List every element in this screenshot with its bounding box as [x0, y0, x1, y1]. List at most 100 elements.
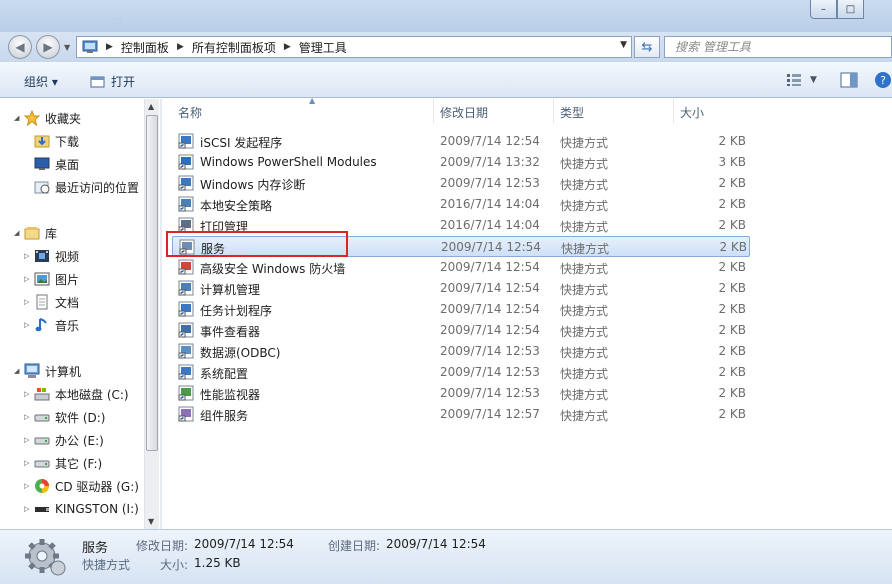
nav-drive-d[interactable]: ▷ 软件 (D:) [24, 407, 105, 427]
nav-drive-i-label: KINGSTON (I:) [55, 502, 139, 516]
computer-icon [24, 363, 40, 379]
column-size-label: 大小 [680, 106, 705, 120]
file-row[interactable]: 本地安全策略 2016/7/14 14:04 快捷方式 2 KB [172, 194, 750, 215]
breadcrumb-separator[interactable]: ▶ [172, 42, 189, 52]
expand-arrow-icon[interactable]: ▷ [24, 459, 34, 467]
expand-arrow-icon[interactable]: ▷ [24, 252, 34, 260]
nav-scroll-thumb[interactable] [146, 115, 158, 451]
details-created-value: 2009/7/14 12:54 [386, 537, 486, 551]
file-row[interactable]: iSCSI 发起程序 2009/7/14 12:54 快捷方式 2 KB [172, 131, 750, 152]
file-size: 2 KB [718, 281, 746, 295]
collapse-arrow-icon[interactable]: ◢ [14, 229, 24, 237]
minimize-icon: – [821, 3, 826, 15]
expand-arrow-icon[interactable]: ▷ [24, 275, 34, 283]
breadcrumb-separator[interactable]: ▶ [279, 42, 296, 52]
recent-pages-dropdown[interactable]: ▼ [64, 43, 70, 52]
organize-button[interactable]: 组织 ▾ [24, 73, 58, 90]
breadcrumb-control-panel[interactable]: 控制面板 [118, 39, 172, 56]
file-type: 快捷方式 [560, 325, 609, 339]
column-header-size[interactable]: 大小 [674, 99, 754, 123]
breadcrumb-admin-tools[interactable]: 管理工具 [296, 39, 350, 56]
file-row[interactable]: Windows 内存诊断 2009/7/14 12:53 快捷方式 2 KB [172, 173, 750, 194]
change-view-button[interactable]: ▼ [786, 71, 817, 89]
shortcut-icon [178, 154, 194, 170]
navigation-pane: ◢ 收藏夹 下载 桌面 最近访问的位置 ◢ 库 ▷ 视频 ▷ 图片 ▷ 文档 ▷… [0, 99, 160, 529]
expand-arrow-icon[interactable]: ▷ [24, 482, 34, 490]
expand-arrow-icon[interactable]: ▷ [24, 321, 34, 329]
column-header-type[interactable]: 类型 [554, 99, 674, 123]
refresh-button[interactable]: ⇆ [634, 36, 660, 58]
expand-arrow-icon[interactable]: ▷ [24, 436, 34, 444]
nav-videos-label: 视频 [55, 249, 80, 264]
nav-favorites[interactable]: ◢ 收藏夹 [14, 108, 81, 128]
nav-desktop[interactable]: 桌面 [34, 154, 79, 174]
file-date: 2009/7/14 12:57 [440, 407, 540, 421]
minimize-button[interactable]: – [810, 0, 837, 19]
nav-recent-label: 最近访问的位置 [55, 180, 140, 195]
nav-recent-places[interactable]: 最近访问的位置 [34, 177, 139, 197]
nav-favorites-label: 收藏夹 [45, 111, 82, 126]
nav-drive-g[interactable]: ▷ CD 驱动器 (G:) [24, 476, 139, 496]
collapse-arrow-icon[interactable]: ◢ [14, 367, 24, 375]
file-date: 2009/7/14 12:53 [440, 344, 540, 358]
scroll-up-icon[interactable]: ▲ [148, 102, 154, 111]
nav-drive-i[interactable]: ▷ KINGSTON (I:) [24, 499, 139, 519]
file-row[interactable]: 系统配置 2009/7/14 12:53 快捷方式 2 KB [172, 362, 750, 383]
nav-libraries-label: 库 [45, 226, 58, 241]
file-row[interactable]: Windows PowerShell Modules 2009/7/14 13:3… [172, 152, 750, 173]
file-date: 2009/7/14 12:53 [440, 176, 540, 190]
column-header-date[interactable]: 修改日期 [434, 99, 554, 123]
expand-arrow-icon[interactable]: ▷ [24, 390, 34, 398]
breadcrumb-all-items[interactable]: 所有控制面板项 [189, 39, 279, 56]
nav-drive-d-label: 软件 (D:) [55, 410, 106, 425]
file-row[interactable]: 组件服务 2009/7/14 12:57 快捷方式 2 KB [172, 404, 750, 425]
expand-arrow-icon[interactable]: ▷ [24, 298, 34, 306]
file-size: 2 KB [718, 386, 746, 400]
file-name: 高级安全 Windows 防火墙 [200, 262, 346, 276]
nav-downloads[interactable]: 下载 [34, 131, 79, 151]
preview-pane-button[interactable] [840, 71, 858, 89]
file-row[interactable]: 事件查看器 2009/7/14 12:54 快捷方式 2 KB [172, 320, 750, 341]
address-history-dropdown[interactable]: ▼ [620, 40, 627, 50]
file-date: 2009/7/14 12:54 [440, 260, 540, 274]
file-row[interactable]: 性能监视器 2009/7/14 12:53 快捷方式 2 KB [172, 383, 750, 404]
maximize-button[interactable]: □ [837, 0, 864, 19]
column-header-name[interactable]: ▲ 名称 [172, 96, 434, 123]
file-size: 2 KB [718, 218, 746, 232]
nav-libraries[interactable]: ◢ 库 [14, 223, 57, 243]
breadcrumb-separator[interactable]: ▶ [101, 42, 118, 52]
view-dropdown-icon: ▼ [810, 75, 817, 85]
nav-drive-e[interactable]: ▷ 办公 (E:) [24, 430, 104, 450]
nav-pictures[interactable]: ▷ 图片 [24, 269, 79, 289]
search-input[interactable]: 搜索 管理工具 [664, 36, 892, 58]
nav-computer[interactable]: ◢ 计算机 [14, 361, 81, 381]
nav-drive-f[interactable]: ▷ 其它 (F:) [24, 453, 102, 473]
file-type: 快捷方式 [560, 304, 609, 318]
help-button[interactable]: ? [874, 71, 892, 89]
file-row[interactable]: 计算机管理 2009/7/14 12:54 快捷方式 2 KB [172, 278, 750, 299]
cd-drive-icon [34, 478, 50, 494]
file-row[interactable]: 数据源(ODBC) 2009/7/14 12:53 快捷方式 2 KB [172, 341, 750, 362]
back-button[interactable]: ◀ [8, 35, 32, 59]
nav-documents[interactable]: ▷ 文档 [24, 292, 79, 312]
nav-music[interactable]: ▷ 音乐 [24, 315, 79, 335]
file-name: iSCSI 发起程序 [200, 136, 283, 150]
file-size: 2 KB [718, 134, 746, 148]
file-size: 2 KB [718, 344, 746, 358]
expand-arrow-icon[interactable]: ▷ [24, 505, 34, 513]
scroll-down-icon[interactable]: ▼ [148, 517, 154, 526]
shortcut-icon [178, 343, 194, 359]
address-box[interactable]: ▶ 控制面板 ▶ 所有控制面板项 ▶ 管理工具 ▼ [76, 36, 632, 58]
open-button[interactable]: 打开 [90, 73, 135, 90]
collapse-arrow-icon[interactable]: ◢ [14, 114, 24, 122]
nav-videos[interactable]: ▷ 视频 [24, 246, 79, 266]
file-row[interactable]: 任务计划程序 2009/7/14 12:54 快捷方式 2 KB [172, 299, 750, 320]
nav-scrollbar[interactable]: ▲ ▼ [144, 99, 159, 529]
file-row[interactable]: 高级安全 Windows 防火墙 2009/7/14 12:54 快捷方式 2 KB [172, 257, 750, 278]
expand-arrow-icon[interactable]: ▷ [24, 413, 34, 421]
star-icon [23, 109, 41, 127]
open-label: 打开 [111, 75, 136, 89]
service-gear-icon [22, 536, 68, 581]
nav-drive-c[interactable]: ▷ 本地磁盘 (C:) [24, 384, 129, 404]
forward-button[interactable]: ▶ [36, 35, 60, 59]
